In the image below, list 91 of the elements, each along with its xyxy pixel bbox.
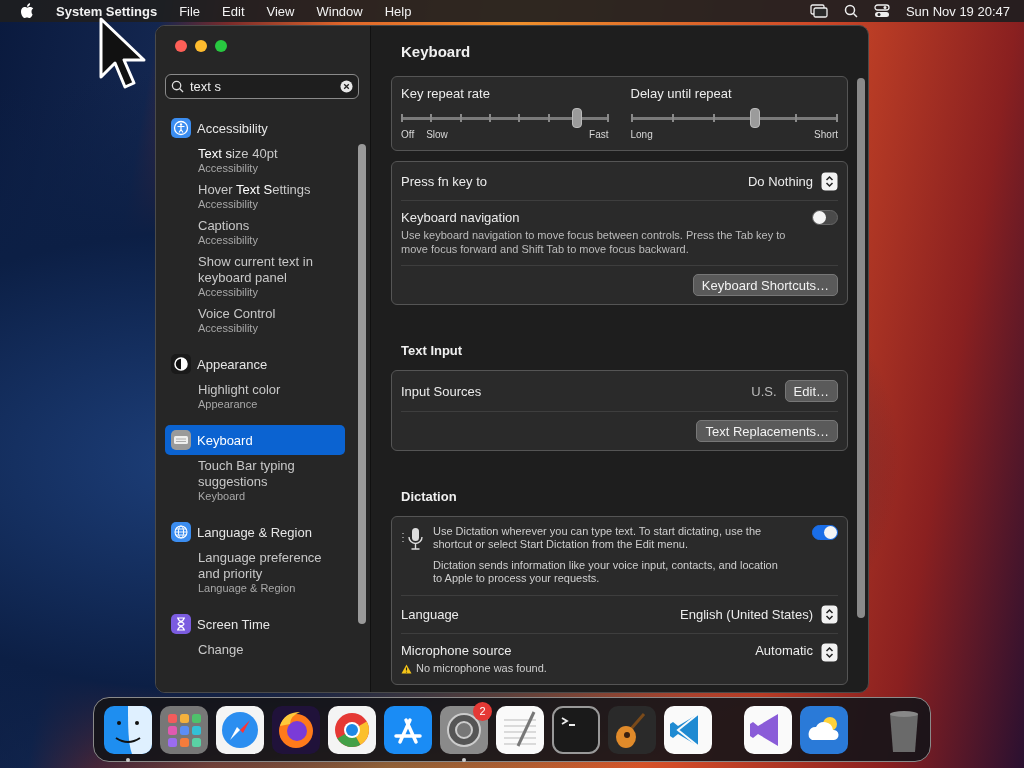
setting-description: Use keyboard navigation to move focus between controls. Press the Tab key to move focus forward and Shift Tab to move focus backward. xyxy=(401,228,787,256)
setting-label: Press fn key to xyxy=(401,173,487,189)
slider-track[interactable] xyxy=(630,107,838,129)
setting-label: Microphone source xyxy=(401,643,513,658)
infinity-ribbon-icon[interactable] xyxy=(744,705,792,754)
toggle-switch[interactable] xyxy=(812,525,838,540)
result-category: Accessibility xyxy=(198,286,259,299)
sidebar-item[interactable]: Accessibility xyxy=(165,113,345,143)
popup-value[interactable]: English (United States) xyxy=(680,607,813,622)
search-result[interactable]: Captions xyxy=(198,218,345,234)
control-center-icon[interactable] xyxy=(873,4,890,18)
compass-icon[interactable] xyxy=(216,705,264,754)
scrollbar[interactable] xyxy=(358,144,366,624)
warning-text: No microphone was found. xyxy=(416,662,547,675)
slider-thumb[interactable] xyxy=(750,108,760,128)
scale-label: Fast xyxy=(589,129,609,140)
gear-icon[interactable] xyxy=(440,705,488,754)
settings-button[interactable]: Text Replacements… xyxy=(696,420,838,442)
stepper-icon[interactable] xyxy=(821,643,838,662)
search-result[interactable]: Touch Bar typing suggestions xyxy=(198,458,345,490)
cloud-sun-icon[interactable] xyxy=(800,705,848,754)
stepper-icon[interactable] xyxy=(821,171,838,191)
letter-a-shape-icon[interactable] xyxy=(384,705,432,754)
popup-value[interactable]: Automatic xyxy=(755,643,813,658)
sidebar-item[interactable]: Keyboard xyxy=(165,425,345,455)
scale-label: Long xyxy=(630,129,653,140)
fox-globe-icon[interactable] xyxy=(272,705,320,754)
menu-item[interactable]: Help xyxy=(384,3,412,19)
search-result[interactable]: Hover Text Settings xyxy=(198,182,345,198)
slider-label: Delay until repeat xyxy=(630,86,733,101)
result-category: Appearance xyxy=(198,398,259,411)
search-result[interactable]: Language preference and priority xyxy=(198,550,345,582)
menu-item[interactable]: View xyxy=(266,3,295,19)
scale-label: Slow xyxy=(426,129,448,140)
result-category: Accessibility xyxy=(198,234,259,247)
popup-value[interactable]: Do Nothing xyxy=(747,173,813,189)
setting-label: Input Sources xyxy=(401,383,482,399)
setting-label: Language xyxy=(401,607,459,622)
notification-badge: 2 xyxy=(473,701,492,721)
sidebar-item[interactable]: Screen Time xyxy=(165,609,345,639)
minimize-button[interactable] xyxy=(195,40,207,52)
dictation-description: Use Dictation wherever you can type text. To start dictating, use the shortcut or select Start Dictation from the Edit menu. xyxy=(433,525,763,551)
result-category: Keyboard xyxy=(198,490,247,503)
setting-value: U.S. xyxy=(751,383,777,399)
menu-item[interactable]: Edit xyxy=(222,3,245,19)
search-result[interactable]: Change xyxy=(198,642,345,658)
dictation-note: Dictation sends information like your voice input, contacts, and location to Apple to process your requests. xyxy=(433,559,779,585)
notepad-pen-icon[interactable] xyxy=(496,705,544,754)
ribbon-chevron-icon[interactable] xyxy=(664,705,712,754)
result-category: Language & Region xyxy=(198,582,297,595)
setting-label: Keyboard navigation xyxy=(401,210,521,225)
edit-button[interactable]: Edit… xyxy=(784,380,838,402)
smiling-face-icon[interactable] xyxy=(104,705,152,754)
sidebar-item[interactable]: Appearance xyxy=(165,349,345,379)
search-result[interactable]: Highlight color xyxy=(198,382,345,398)
scale-label: Off xyxy=(401,129,415,140)
pane-title: Keyboard xyxy=(400,41,472,62)
app-menu[interactable]: System Settings xyxy=(56,3,158,19)
apple-logo-icon[interactable] xyxy=(20,3,34,19)
slider-label: Key repeat rate xyxy=(401,86,491,101)
windows-icon[interactable] xyxy=(809,4,828,18)
section-heading: Dictation xyxy=(400,488,458,506)
scale-label: Short xyxy=(814,129,838,140)
search-result[interactable]: Text size 40pt xyxy=(198,146,345,162)
microphone-icon xyxy=(401,525,425,553)
menu-item[interactable]: File xyxy=(179,3,201,19)
result-category: Accessibility xyxy=(198,162,259,175)
search-result[interactable]: Voice Control xyxy=(198,306,345,322)
warning-icon xyxy=(401,663,412,674)
settings-button[interactable]: Keyboard Shortcuts… xyxy=(692,274,838,296)
clear-icon[interactable] xyxy=(340,80,353,93)
guitar-icon[interactable] xyxy=(608,705,656,754)
close-button[interactable] xyxy=(175,40,187,52)
app-grid-icon[interactable] xyxy=(160,705,208,754)
result-category: Accessibility xyxy=(198,322,259,335)
search-icon[interactable] xyxy=(843,4,858,18)
slider-thumb[interactable] xyxy=(572,108,583,128)
zoom-button[interactable] xyxy=(215,40,227,52)
menu-item[interactable]: Window xyxy=(316,3,363,19)
scrollbar[interactable] xyxy=(857,78,865,618)
stepper-icon[interactable] xyxy=(821,605,838,624)
toggle-switch[interactable] xyxy=(812,210,838,225)
search-result[interactable]: Show current text in keyboard panel xyxy=(198,254,345,286)
slider-track[interactable] xyxy=(401,107,609,129)
search-field[interactable]: text s xyxy=(165,74,359,99)
terminal-icon[interactable] xyxy=(552,705,600,754)
menu-bar-clock[interactable]: Sun Nov 19 20:47 xyxy=(905,3,1010,19)
search-icon xyxy=(171,80,184,93)
sidebar-item[interactable]: Language & Region xyxy=(165,517,345,547)
result-category: Accessibility xyxy=(198,198,259,211)
section-heading: Text Input xyxy=(400,342,464,360)
